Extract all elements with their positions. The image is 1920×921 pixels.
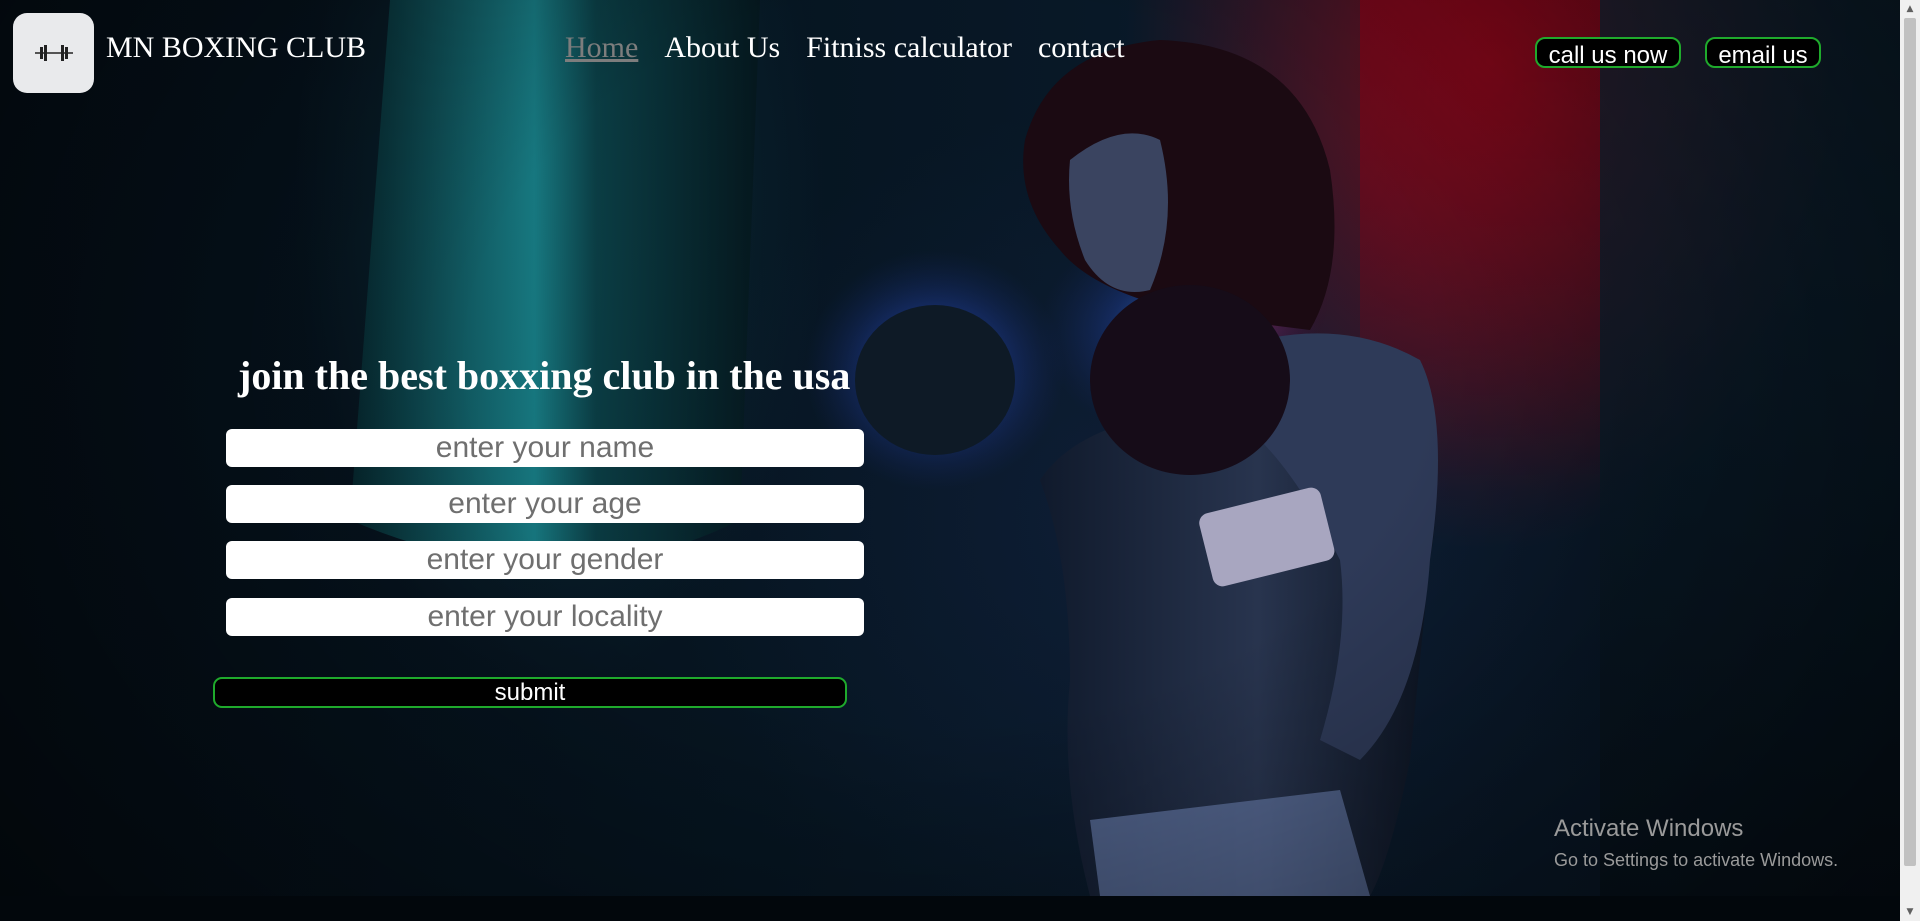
- nav-home[interactable]: Home: [565, 31, 638, 65]
- nav-contact[interactable]: contact: [1038, 31, 1125, 65]
- left-glove: [855, 305, 1015, 455]
- nav-fitness-calculator[interactable]: Fitniss calculator: [806, 31, 1012, 65]
- red-light-strip: [1360, 0, 1600, 896]
- nav-about-us[interactable]: About Us: [664, 31, 780, 65]
- email-us-button[interactable]: email us: [1705, 37, 1821, 69]
- submit-button[interactable]: submit: [213, 677, 847, 708]
- boxer-torso: [1040, 380, 1436, 896]
- boxer-shorts: [1090, 790, 1370, 896]
- vertical-scrollbar[interactable]: ▲ ▼: [1900, 0, 1920, 921]
- right-glove-glow: [1040, 220, 1320, 440]
- age-input[interactable]: [226, 485, 864, 523]
- gender-input[interactable]: [226, 541, 864, 579]
- scroll-down-arrow-icon[interactable]: ▼: [1904, 906, 1916, 918]
- scroll-up-arrow-icon[interactable]: ▲: [1904, 3, 1916, 15]
- dumbbell-icon: [34, 45, 73, 61]
- activate-windows-title: Activate Windows: [1554, 815, 1744, 842]
- glove-wrap: [1199, 487, 1335, 587]
- page-bottom-strip: [0, 896, 1900, 921]
- call-us-button[interactable]: call us now: [1535, 37, 1681, 69]
- locality-input[interactable]: [226, 598, 864, 636]
- boxer-face: [1069, 133, 1168, 292]
- red-glove-glow: [1150, 210, 1330, 390]
- logo[interactable]: [13, 13, 94, 93]
- right-glove: [1090, 285, 1290, 475]
- boxer-hair: [1023, 40, 1335, 330]
- activate-windows-subtitle: Go to Settings to activate Windows.: [1554, 850, 1839, 870]
- punching-bag: [350, 0, 760, 565]
- form-headline: join the best boxxing club in the usa: [238, 353, 851, 398]
- main-nav: Home About Us Fitniss calculator contact: [565, 31, 1125, 65]
- brand-name: MN BOXING CLUB: [106, 31, 367, 64]
- name-input[interactable]: [226, 429, 864, 467]
- scroll-thumb[interactable]: [1904, 18, 1916, 866]
- boxer-arm: [1260, 333, 1438, 760]
- background-wall: [1600, 0, 1900, 896]
